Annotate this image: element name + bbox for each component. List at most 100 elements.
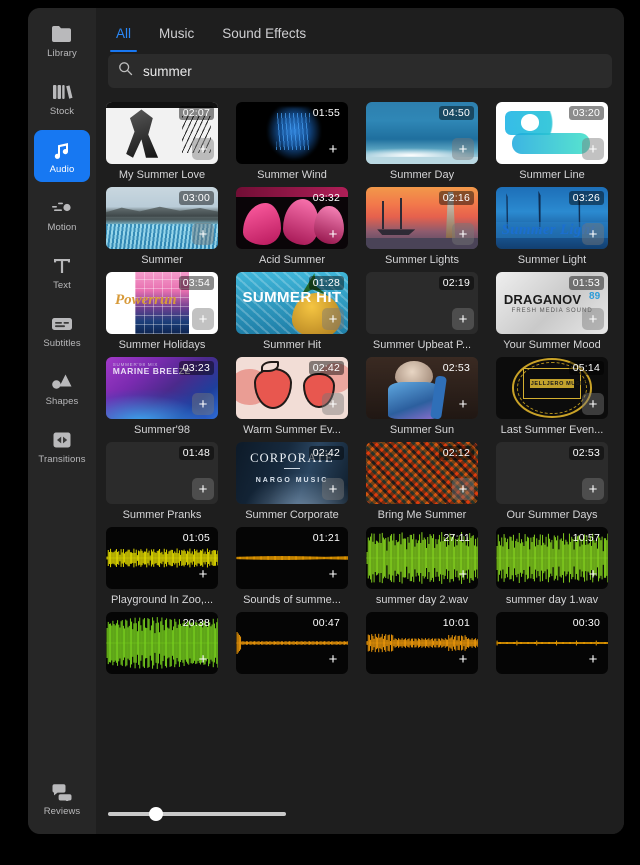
sidebar-item-library[interactable]: Library: [34, 14, 90, 66]
audio-thumbnail[interactable]: 03:20 +: [496, 102, 608, 164]
audio-card[interactable]: 00:30 +: [496, 612, 608, 679]
audio-thumbnail[interactable]: 02:12 +: [366, 442, 478, 504]
audio-thumbnail[interactable]: Powerrun 03:54 +: [106, 272, 218, 334]
audio-thumbnail[interactable]: 01:48 +: [106, 442, 218, 504]
add-to-timeline-button[interactable]: +: [452, 648, 474, 670]
sidebar-item-shapes[interactable]: Shapes: [34, 362, 90, 414]
sidebar-item-motion[interactable]: Motion: [34, 188, 90, 240]
audio-thumbnail[interactable]: 20:38 +: [106, 612, 218, 674]
audio-thumbnail[interactable]: 27:11 +: [366, 527, 478, 589]
audio-card[interactable]: 02:53 + Our Summer Days: [496, 442, 608, 521]
sidebar-item-stock[interactable]: Stock: [34, 72, 90, 124]
add-to-timeline-button[interactable]: +: [322, 563, 344, 585]
audio-thumbnail[interactable]: MARINE BREEZE SUMMER'98 MIX 03:23 +: [106, 357, 218, 419]
audio-thumbnail[interactable]: 02:16 +: [366, 187, 478, 249]
search-input[interactable]: [143, 63, 602, 79]
sidebar-item-transitions[interactable]: Transitions: [34, 420, 90, 472]
audio-thumbnail[interactable]: 01:05 +: [106, 527, 218, 589]
add-to-timeline-button[interactable]: +: [322, 308, 344, 330]
audio-card[interactable]: 04:50 + Summer Day: [366, 102, 478, 181]
add-to-timeline-button[interactable]: +: [192, 138, 214, 160]
sidebar-item-reviews[interactable]: Reviews: [34, 772, 90, 824]
audio-card[interactable]: 03:20 + Summer Line: [496, 102, 608, 181]
add-to-timeline-button[interactable]: +: [192, 648, 214, 670]
sidebar-item-audio[interactable]: Audio: [34, 130, 90, 182]
audio-card[interactable]: 27:11 + summer day 2.wav: [366, 527, 478, 606]
audio-thumbnail[interactable]: 10:01 +: [366, 612, 478, 674]
add-to-timeline-button[interactable]: +: [452, 393, 474, 415]
audio-card[interactable]: 03:00 + Summer: [106, 187, 218, 266]
audio-card[interactable]: 00:47 +: [236, 612, 348, 679]
add-to-timeline-button[interactable]: +: [452, 478, 474, 500]
audio-thumbnail[interactable]: DRAGANOV 89 FRESH MEDIA SOUND 01:53 +: [496, 272, 608, 334]
audio-card[interactable]: SUMMER HIT 01:28 + Summer Hit: [236, 272, 348, 351]
audio-card[interactable]: 02:19 + Summer Upbeat P...: [366, 272, 478, 351]
tab-music[interactable]: Music: [147, 14, 206, 52]
audio-thumbnail[interactable]: CORPORATE NARGO MUSIC 02:42 +: [236, 442, 348, 504]
audio-thumbnail[interactable]: 03:32 +: [236, 187, 348, 249]
audio-thumbnail[interactable]: 02:53 +: [366, 357, 478, 419]
audio-thumbnail[interactable]: 02:07 +: [106, 102, 218, 164]
sidebar-item-text[interactable]: Text: [34, 246, 90, 298]
audio-card[interactable]: 02:42 + Warm Summer Ev...: [236, 357, 348, 436]
search-box[interactable]: [108, 54, 612, 88]
audio-card[interactable]: CORPORATE NARGO MUSIC 02:42 + Summer Corpo…: [236, 442, 348, 521]
add-to-timeline-button[interactable]: +: [192, 308, 214, 330]
audio-card[interactable]: 20:38 +: [106, 612, 218, 679]
results-scroll-area[interactable]: 02:07 + My Summer Love 01:55 + Summer Wind 0…: [96, 98, 624, 794]
add-to-timeline-button[interactable]: +: [582, 308, 604, 330]
audio-card[interactable]: Summer Light 03:26 + Summer Light: [496, 187, 608, 266]
add-to-timeline-button[interactable]: +: [192, 563, 214, 585]
add-to-timeline-button[interactable]: +: [322, 138, 344, 160]
audio-thumbnail[interactable]: 00:30 +: [496, 612, 608, 674]
add-to-timeline-button[interactable]: +: [582, 138, 604, 160]
audio-thumbnail[interactable]: Summer Light 03:26 +: [496, 187, 608, 249]
audio-card[interactable]: 03:32 + Acid Summer: [236, 187, 348, 266]
audio-thumbnail[interactable]: 10:57 +: [496, 527, 608, 589]
add-to-timeline-button[interactable]: +: [582, 478, 604, 500]
audio-card[interactable]: Powerrun 03:54 + Summer Holidays: [106, 272, 218, 351]
audio-thumbnail[interactable]: 01:55 +: [236, 102, 348, 164]
audio-card[interactable]: 01:55 + Summer Wind: [236, 102, 348, 181]
audio-card[interactable]: 10:01 +: [366, 612, 478, 679]
slider-knob[interactable]: [149, 807, 163, 821]
add-to-timeline-button[interactable]: +: [322, 478, 344, 500]
add-to-timeline-button[interactable]: +: [192, 478, 214, 500]
volume-slider[interactable]: [108, 807, 286, 821]
add-to-timeline-button[interactable]: +: [322, 393, 344, 415]
audio-card[interactable]: DRAGANOV 89 FRESH MEDIA SOUND 01:53 + Your…: [496, 272, 608, 351]
add-to-timeline-button[interactable]: +: [452, 308, 474, 330]
tab-sound-effects[interactable]: Sound Effects: [210, 14, 318, 52]
add-to-timeline-button[interactable]: +: [452, 223, 474, 245]
add-to-timeline-button[interactable]: +: [322, 223, 344, 245]
audio-card[interactable]: 02:07 + My Summer Love: [106, 102, 218, 181]
audio-card[interactable]: 01:05 + Playground In Zoo,...: [106, 527, 218, 606]
add-to-timeline-button[interactable]: +: [192, 223, 214, 245]
audio-card[interactable]: 02:12 + Bring Me Summer: [366, 442, 478, 521]
audio-card[interactable]: 01:48 + Summer Pranks: [106, 442, 218, 521]
audio-thumbnail[interactable]: 02:19 +: [366, 272, 478, 334]
add-to-timeline-button[interactable]: +: [452, 563, 474, 585]
audio-card[interactable]: 10:57 + summer day 1.wav: [496, 527, 608, 606]
tab-all[interactable]: All: [104, 14, 143, 52]
add-to-timeline-button[interactable]: +: [322, 648, 344, 670]
audio-card[interactable]: 01:21 + Sounds of summe...: [236, 527, 348, 606]
sidebar-item-subtitles[interactable]: Subtitles: [34, 304, 90, 356]
add-to-timeline-button[interactable]: +: [582, 648, 604, 670]
audio-thumbnail[interactable]: SUMMER HIT 01:28 +: [236, 272, 348, 334]
audio-thumbnail[interactable]: 00:47 +: [236, 612, 348, 674]
audio-card[interactable]: 02:53 + Summer Sun: [366, 357, 478, 436]
audio-thumbnail[interactable]: 04:50 +: [366, 102, 478, 164]
add-to-timeline-button[interactable]: +: [582, 563, 604, 585]
add-to-timeline-button[interactable]: +: [582, 393, 604, 415]
audio-thumbnail[interactable]: 03:00 +: [106, 187, 218, 249]
add-to-timeline-button[interactable]: +: [192, 393, 214, 415]
audio-thumbnail[interactable]: JELLJERO MUSIC 05:14 +: [496, 357, 608, 419]
audio-thumbnail[interactable]: 02:53 +: [496, 442, 608, 504]
audio-card[interactable]: 02:16 + Summer Lights: [366, 187, 478, 266]
add-to-timeline-button[interactable]: +: [452, 138, 474, 160]
audio-card[interactable]: JELLJERO MUSIC 05:14 + Last Summer Even...: [496, 357, 608, 436]
audio-card[interactable]: MARINE BREEZE SUMMER'98 MIX 03:23 + Summer…: [106, 357, 218, 436]
audio-thumbnail[interactable]: 02:42 +: [236, 357, 348, 419]
audio-thumbnail[interactable]: 01:21 +: [236, 527, 348, 589]
